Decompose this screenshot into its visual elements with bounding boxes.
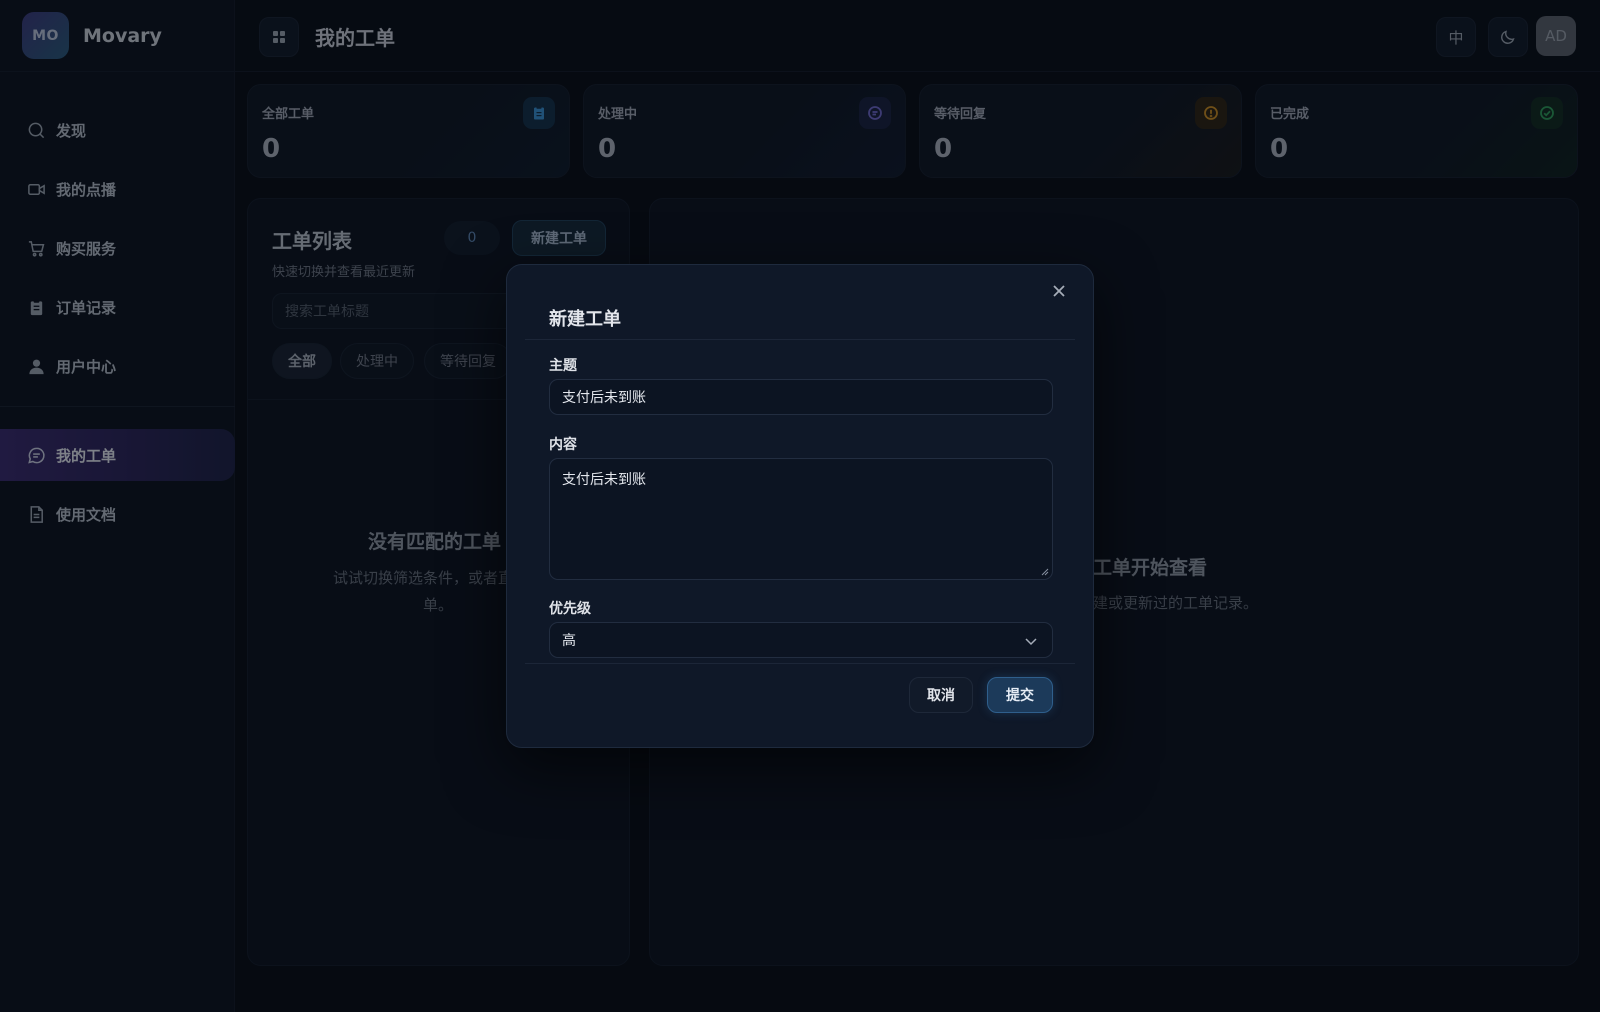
priority-selected-value: 高: [562, 633, 576, 649]
content-text: 支付后未到账: [562, 472, 646, 488]
subject-label: 主题: [549, 358, 577, 374]
submit-button[interactable]: 提交: [987, 677, 1053, 713]
resize-handle-icon[interactable]: [1041, 568, 1049, 576]
modal-title: 新建工单: [549, 309, 621, 330]
priority-select[interactable]: 高: [549, 622, 1053, 658]
modal-divider: [525, 339, 1075, 340]
modal-divider: [525, 663, 1075, 664]
chevron-down-icon: [1025, 638, 1037, 646]
new-ticket-modal: 新建工单 主题 支付后未到账 内容 支付后未到账 优先级 高 取消 提交: [506, 264, 1094, 748]
priority-label: 优先级: [549, 601, 591, 617]
content-textarea[interactable]: 支付后未到账: [549, 458, 1053, 580]
modal-close-button[interactable]: [1047, 279, 1071, 303]
cancel-button[interactable]: 取消: [909, 677, 973, 713]
content-label: 内容: [549, 437, 577, 453]
close-icon: [1053, 285, 1065, 297]
subject-input[interactable]: 支付后未到账: [549, 379, 1053, 415]
